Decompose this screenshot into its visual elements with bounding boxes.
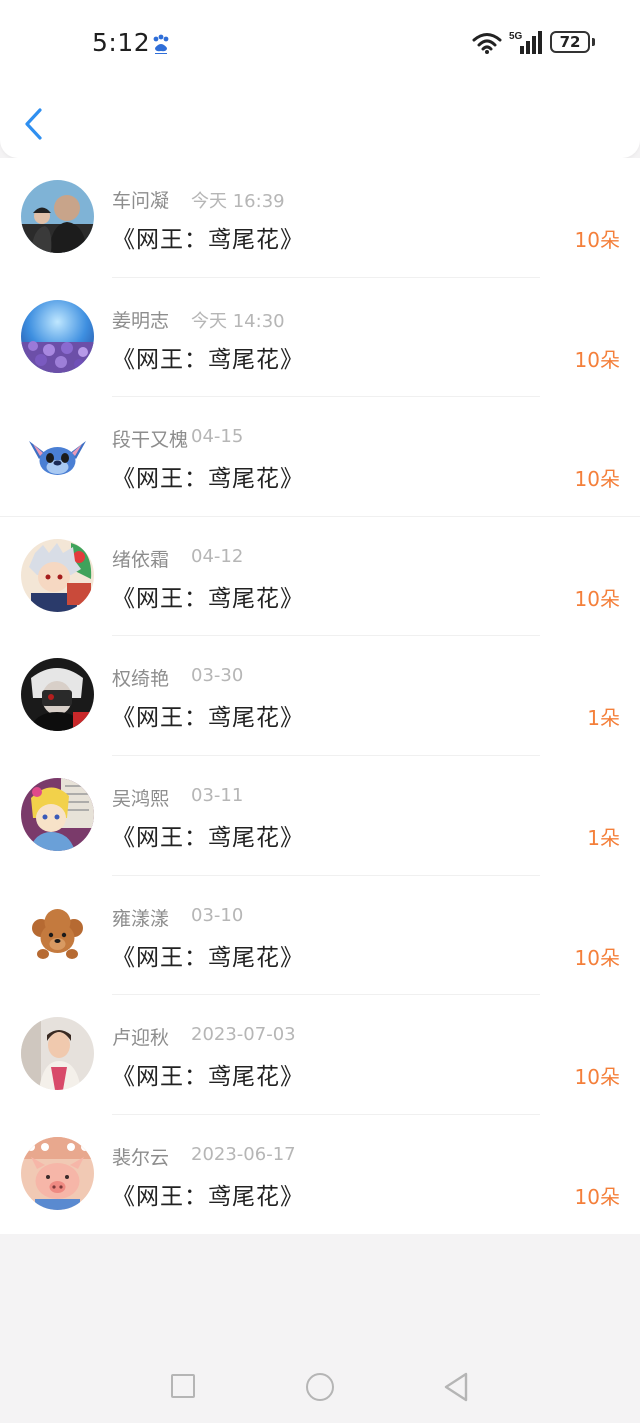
sender-name: 绪依霜 [112,548,170,571]
sender-name: 车问凝 [112,190,170,212]
gift-record-list: 车问凝 今天 16:39 《网王：鸢尾花》 10朵 姜明志 今天 14:30 《… [0,158,640,1235]
wifi-icon [472,33,502,54]
avatar[interactable] [21,419,94,493]
list-item[interactable]: 段干又槐 04-15 《网王：鸢尾花》 10朵 [0,397,640,517]
triangle-back-icon [444,1372,468,1402]
avatar[interactable] [21,658,94,732]
sender-name: 裴尔云 [112,1146,170,1169]
book-title: 《网王：鸢尾花》 [112,705,304,732]
network-type-label: 5G [509,31,523,42]
list-item[interactable]: 吴鸿熙 03-11 《网王：鸢尾花》 1朵 [0,756,640,876]
avatar[interactable] [21,1017,94,1091]
battery-indicator: 72 [550,31,590,53]
avatar[interactable] [21,180,94,253]
battery-level: 72 [559,33,581,51]
system-back-button[interactable] [442,1371,470,1403]
list-item[interactable]: 车问凝 今天 16:39 《网王：鸢尾花》 10朵 [0,158,640,278]
book-title: 《网王：鸢尾花》 [112,1064,304,1091]
system-navigation-bar [0,1350,640,1423]
flower-count: 10朵 [574,467,620,492]
book-title: 《网王：鸢尾花》 [112,944,304,971]
flower-count: 10朵 [574,586,620,611]
battery-tip [592,38,595,46]
flower-count: 1朵 [587,706,620,731]
sender-name: 姜明志 [112,309,170,332]
list-item[interactable]: 裴尔云 2023-06-17 《网王：鸢尾花》 10朵 [0,1115,640,1235]
list-item[interactable]: 雍漾漾 03-10 《网王：鸢尾花》 10朵 [0,876,640,996]
book-title: 《网王：鸢尾花》 [112,227,304,253]
back-button[interactable] [18,104,52,144]
book-title: 《网王：鸢尾花》 [112,346,304,373]
record-time: 03-30 [191,665,244,687]
book-title: 《网王：鸢尾花》 [112,466,304,493]
flower-count: 10朵 [574,228,620,252]
avatar[interactable] [21,538,94,612]
sender-name: 卢迎秋 [112,1027,170,1050]
avatar[interactable] [21,777,94,851]
list-item[interactable]: 权绮艳 03-30 《网王：鸢尾花》 1朵 [0,636,640,756]
baidu-paw-icon [153,34,169,54]
home-button[interactable] [306,1373,334,1401]
book-title: 《网王：鸢尾花》 [112,824,304,851]
chevron-left-icon [25,108,42,140]
record-time: 03-11 [191,784,244,806]
record-time: 03-10 [191,904,244,926]
record-time: 04-15 [191,426,244,448]
list-item[interactable]: 卢迎秋 2023-07-03 《网王：鸢尾花》 10朵 [0,995,640,1115]
status-bar: 5:12 5G 72 [0,0,640,88]
record-time: 2023-06-17 [191,1143,296,1165]
flower-count: 10朵 [574,1065,620,1090]
flower-count: 1朵 [587,825,620,850]
sender-name: 雍漾漾 [112,907,170,930]
status-time: 5:12 [92,28,151,57]
book-title: 《网王：鸢尾花》 [112,585,304,612]
sender-name: 权绮艳 [112,668,170,691]
list-item[interactable]: 姜明志 今天 14:30 《网王：鸢尾花》 10朵 [0,278,640,398]
cellular-signal-icon: 5G [509,31,542,54]
record-time: 04-12 [191,545,244,567]
flower-count: 10朵 [574,1184,620,1209]
avatar[interactable] [21,897,94,971]
record-time: 2023-07-03 [191,1024,296,1046]
list-item[interactable]: 绪依霜 04-12 《网王：鸢尾花》 10朵 [0,517,640,637]
record-time: 今天 14:30 [191,310,285,332]
flower-count: 10朵 [574,347,620,372]
top-app-bar [0,88,640,158]
record-time: 今天 16:39 [191,191,285,212]
book-title: 《网王：鸢尾花》 [112,1183,304,1210]
avatar[interactable] [21,299,94,373]
sender-name: 段干又槐 [112,429,189,452]
avatar[interactable] [21,1136,94,1210]
recent-apps-button[interactable] [171,1374,195,1398]
sender-name: 吴鸿熙 [112,787,170,810]
flower-count: 10朵 [574,945,620,970]
